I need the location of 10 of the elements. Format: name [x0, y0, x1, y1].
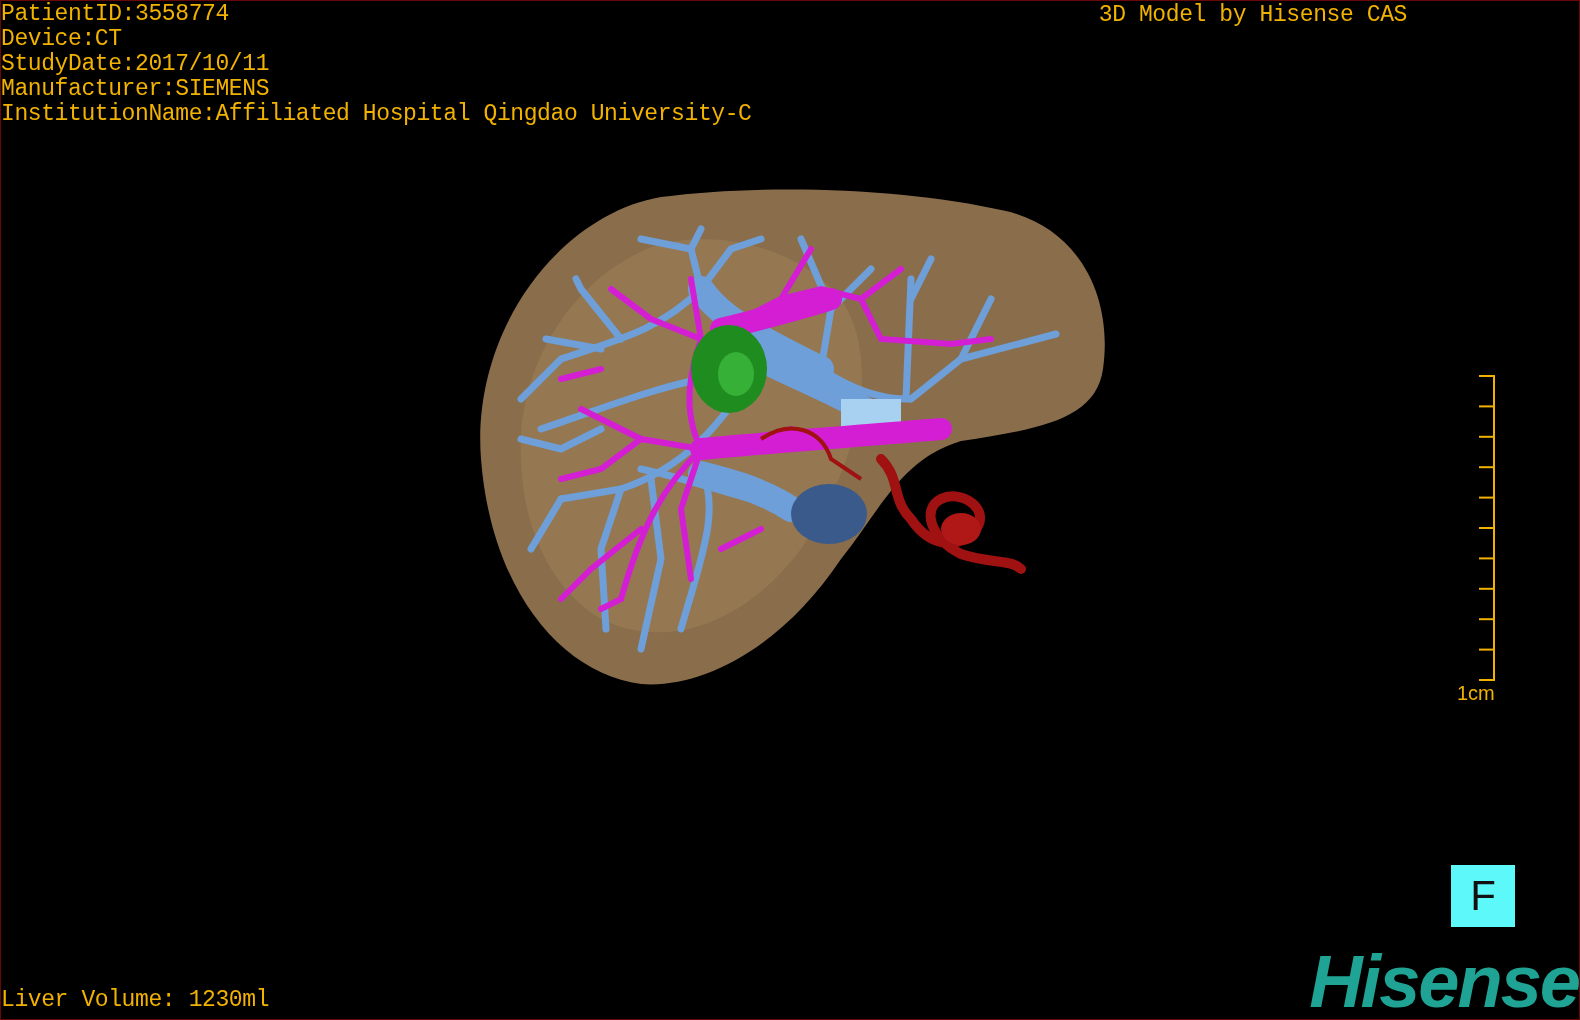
model-title: 3D Model by Hisense CAS	[1098, 1, 1407, 28]
scale-label: 1cm	[1457, 683, 1495, 703]
patient-info-line: PatientID:3558774	[1, 2, 230, 27]
patient-info-line: Device:CT	[1, 27, 123, 52]
patient-info-line: StudyDate:2017/10/11	[1, 52, 271, 77]
orientation-marker: F	[1451, 865, 1515, 927]
patient-info-line: Manufacturer:SIEMENS	[1, 77, 271, 102]
brand-logo: Hisense	[1309, 947, 1579, 1019]
patient-info-line: InstitutionName:Affiliated Hospital Qingdao University-C	[1, 102, 752, 127]
liver-volume-label: Liver Volume: 1230ml	[1, 988, 270, 1015]
